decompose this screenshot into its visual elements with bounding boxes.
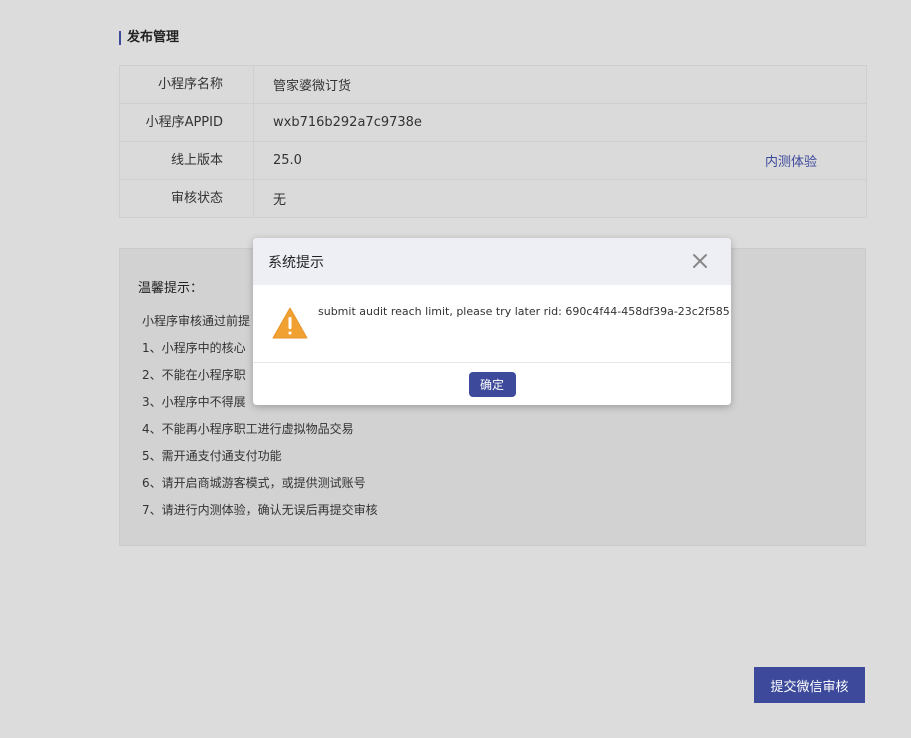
info-label: 小程序APPID xyxy=(120,104,254,141)
submit-wechat-review-button[interactable]: 提交微信审核 xyxy=(754,667,865,703)
info-label: 审核状态 xyxy=(120,180,254,217)
info-value: 无 xyxy=(273,193,287,208)
app-info-table: 小程序名称 管家婆微订货 小程序APPID wxb716b292a7c9738e… xyxy=(119,65,867,218)
page-title: 发布管理 xyxy=(119,31,179,45)
dialog-message: submit audit reach limit, please try lat… xyxy=(318,305,730,318)
tips-title: 温馨提示： xyxy=(138,281,204,296)
info-label: 小程序名称 xyxy=(120,66,254,103)
info-value: 管家婆微订货 xyxy=(273,79,352,94)
info-label: 线上版本 xyxy=(120,142,254,179)
info-value: wxb716b292a7c9738e xyxy=(273,115,422,130)
tip-item: 7、请进行内测体验，确认无误后再提交审核 xyxy=(142,503,378,517)
warning-icon xyxy=(272,307,308,343)
info-row-appid: 小程序APPID wxb716b292a7c9738e xyxy=(120,104,866,142)
info-row-version: 线上版本 25.0 内测体验 xyxy=(120,142,866,180)
beta-test-link[interactable]: 内测体验 xyxy=(765,151,817,170)
tip-item: 6、请开启商城游客模式，或提供测试账号 xyxy=(142,476,366,490)
tip-item: 5、需开通支付通支付功能 xyxy=(142,449,282,463)
info-row-status: 审核状态 无 xyxy=(120,180,866,217)
info-value: 25.0 xyxy=(273,153,302,168)
info-row-name: 小程序名称 管家婆微订货 xyxy=(120,66,866,104)
system-alert-dialog: 系统提示 submit audit reach limit, please tr… xyxy=(253,238,731,405)
dialog-footer: 确定 xyxy=(253,363,731,405)
dialog-title: 系统提示 xyxy=(268,254,324,271)
dialog-body: submit audit reach limit, please try lat… xyxy=(253,285,731,363)
dialog-header: 系统提示 xyxy=(253,238,731,285)
close-icon[interactable] xyxy=(691,252,709,270)
tip-item: 4、不能再小程序职工进行虚拟物品交易 xyxy=(142,422,354,436)
confirm-button[interactable]: 确定 xyxy=(468,371,516,397)
